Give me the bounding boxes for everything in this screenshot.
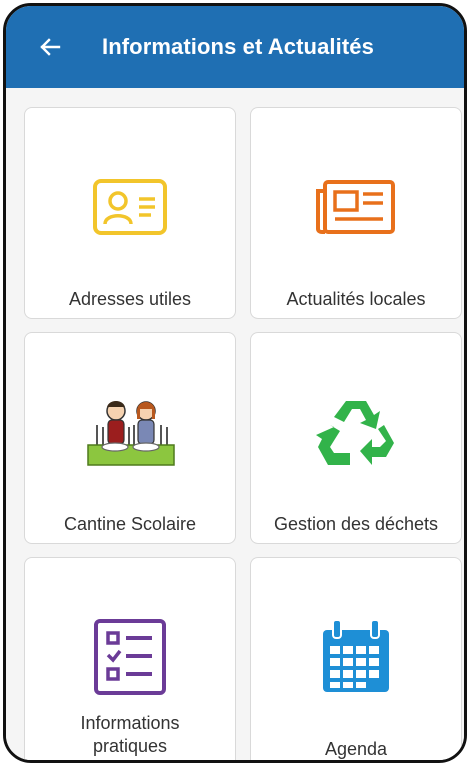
tile-icon-wrap [251,395,461,469]
tile-label: Actualités locales [286,289,426,309]
tile-cantine-scolaire[interactable]: Cantine Scolaire [24,332,236,544]
checklist-icon [94,619,166,695]
tile-icon-wrap [251,170,461,244]
contact-card-icon [93,179,167,235]
calendar-icon [323,619,389,692]
tile-label: Adresses utiles [68,289,192,309]
tile-icon-wrap [25,170,235,244]
school-canteen-icon [87,401,175,466]
menu-grid: Adresses utiles Actualités locales Canti… [6,88,464,760]
page-title: Informations et Actualités [102,34,374,59]
tile-icon-wrap [251,619,461,694]
tile-label-multiline: Informations pratiques [25,712,235,758]
tile-actualites-locales[interactable]: Actualités locales [250,107,462,319]
tile-icon-wrap [25,395,235,469]
tile-label-line1: Informations [80,713,180,733]
tile-adresses-utiles[interactable]: Adresses utiles [24,107,236,319]
tile-label: Cantine Scolaire [63,514,197,534]
tile-label: Gestion des déchets [273,514,439,534]
tile-label: Agenda [324,739,388,759]
tile-icon-wrap [25,619,235,695]
recycle-icon [316,401,394,465]
back-arrow-icon [40,38,61,56]
tile-informations-pratiques[interactable]: Informations pratiques [24,557,236,760]
phone-frame: Informations et Actualités Adresses util… [3,3,467,763]
tile-agenda[interactable]: Agenda [250,557,462,760]
tile-gestion-des-dechets[interactable]: Gestion des déchets [250,332,462,544]
tile-label-line2: pratiques [92,736,168,756]
newspaper-icon [316,180,395,234]
back-button[interactable] [24,6,76,88]
app-header: Informations et Actualités [6,6,464,88]
